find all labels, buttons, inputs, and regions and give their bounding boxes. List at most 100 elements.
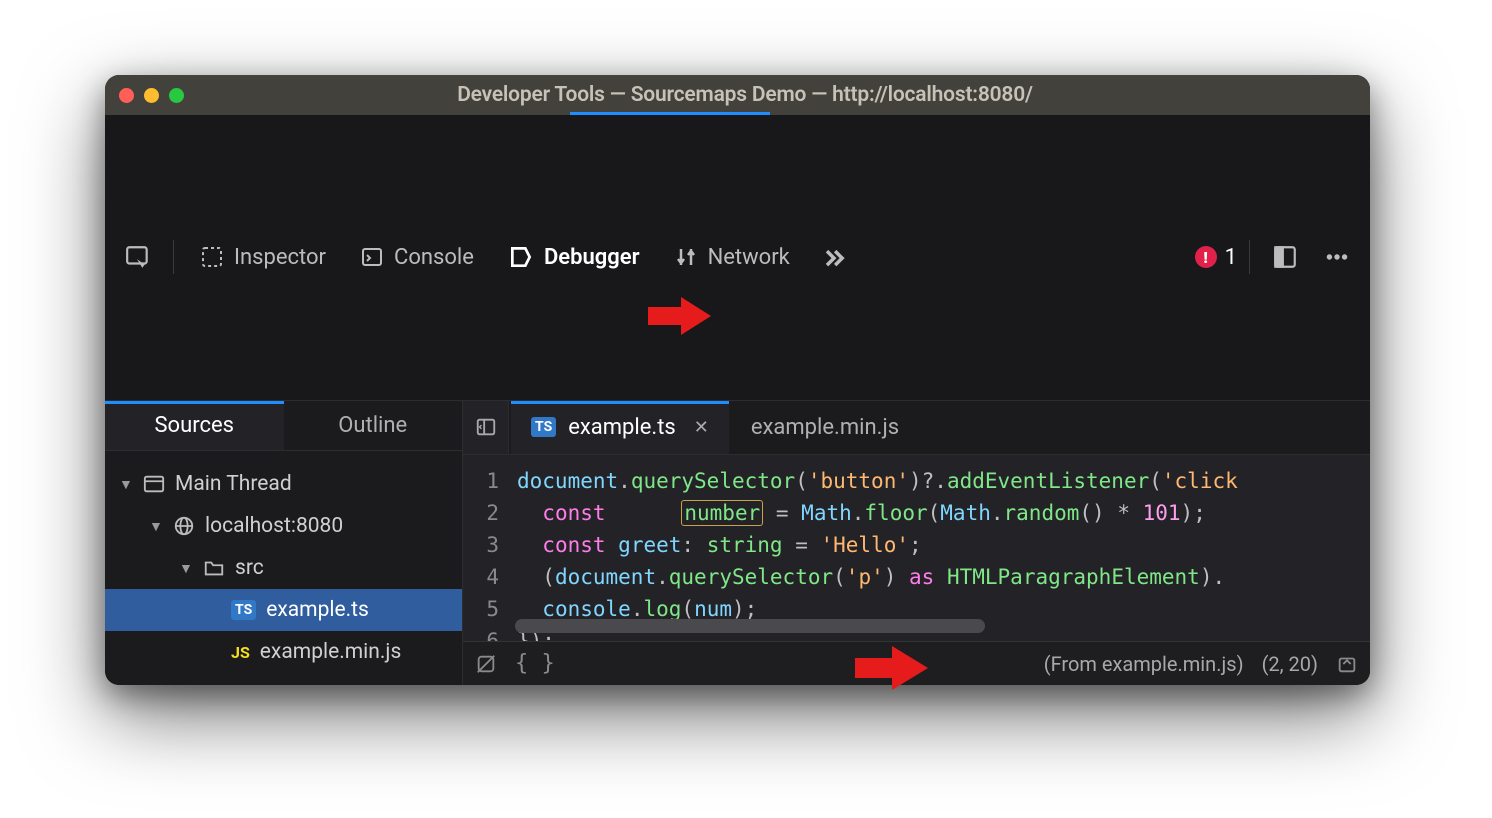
js-icon: JS [231,643,250,662]
code-token: querySelector [669,565,833,589]
pick-element-button[interactable] [115,236,161,278]
more-options-button[interactable] [1314,236,1360,278]
code-token: Math [940,501,991,525]
code-token: const [542,533,605,557]
sources-sidebar: Sources Outline ▼ Main Thread ▼ localhos… [105,401,463,686]
code-token: * [1105,501,1143,525]
tab-inspector[interactable]: Inspector [186,237,340,278]
code-token: as [896,565,947,589]
collapse-sidebar-button[interactable] [463,401,509,454]
maximize-window-button[interactable] [169,88,184,103]
code-token: greet [618,533,681,557]
error-icon: ! [1195,246,1217,268]
gutter: 1 2 3 4 5 6 [463,455,511,642]
code-token: addEventListener [947,469,1149,493]
ts-icon: TS [231,600,256,620]
tree-host[interactable]: ▼ localhost:8080 [105,505,462,547]
code-token: = [763,501,801,525]
tree-file-example-ts[interactable]: TS example.ts [105,589,462,631]
editor-tab-example-min-js[interactable]: example.min.js [731,401,919,454]
sourcemap-origin-label: (From example.min.js) [1044,652,1244,676]
tab-debugger-label: Debugger [544,245,640,270]
horizontal-scrollbar[interactable] [515,619,985,633]
close-tab-button[interactable]: ✕ [694,417,709,438]
titlebar: Developer Tools — Sourcemaps Demo — http… [105,75,1370,115]
tree-folder-src-label: src [235,556,264,580]
line-number: 2 [463,497,499,529]
line-number: 3 [463,529,499,561]
tree-main-thread-label: Main Thread [175,472,292,496]
tree-main-thread[interactable]: ▼ Main Thread [105,463,462,505]
code-token: 101 [1143,501,1181,525]
tab-network-label: Network [708,245,790,270]
cursor-position-label: (2, 20) [1262,652,1318,676]
code-content: document.querySelector('button')?.addEve… [511,455,1370,642]
close-window-button[interactable] [119,88,134,103]
sidebar-tab-outline[interactable]: Outline [284,401,463,451]
code-token: HTMLParagraphElement [947,565,1200,589]
code-token: 'p' [846,565,884,589]
editor-area: TS example.ts ✕ example.min.js 1 2 3 4 5… [463,401,1370,686]
ts-icon: TS [531,417,556,437]
line-number: 5 [463,593,499,625]
minimize-window-button[interactable] [144,88,159,103]
code-token: log [643,597,681,621]
tab-inspector-label: Inspector [234,245,326,270]
devtools-window: Developer Tools — Sourcemaps Demo — http… [105,75,1370,685]
code-token: document [555,565,656,589]
sidebar-tab-sources-label: Sources [154,413,234,438]
source-tree: ▼ Main Thread ▼ localhost:8080 ▼ src TS … [105,451,462,685]
line-number: 4 [463,561,499,593]
editor-statusbar: { } (From example.min.js) (2, 20) [463,641,1370,685]
tree-file-example-ts-label: example.ts [266,598,369,622]
pretty-print-button[interactable]: { } [515,651,555,676]
code-token: 'click [1162,469,1238,493]
tab-console[interactable]: Console [346,237,488,278]
sourcemap-toggle-button[interactable] [1336,653,1358,675]
tree-file-example-min-js[interactable]: JS example.min.js [105,631,462,673]
sidebar-tab-outline-label: Outline [338,413,407,438]
sidebar-tabs: Sources Outline [105,401,462,452]
window-title: Developer Tools — Sourcemaps Demo — http… [214,83,1276,107]
code-token: 'button' [808,469,909,493]
code-token: console [542,597,631,621]
tab-debugger[interactable]: Debugger [494,236,654,278]
error-badge[interactable]: ! 1 [1195,245,1237,270]
editor-tab-example-ts-label: example.ts [568,415,676,440]
code-token: string [707,533,783,557]
code-token: const [542,501,605,525]
panel-left-icon [475,416,497,438]
code-token: 'Hello' [820,533,909,557]
code-token: floor [864,501,927,525]
tab-console-label: Console [394,245,474,270]
code-token: random [1004,501,1080,525]
dock-side-button[interactable] [1262,236,1308,278]
blackbox-icon[interactable] [475,653,497,675]
tree-host-label: localhost:8080 [205,514,343,538]
tree-file-example-min-js-label: example.min.js [260,640,401,664]
highlighted-type-token: number [681,500,763,526]
code-token: : [681,533,706,557]
code-token: document [517,469,618,493]
code-token: Math [801,501,852,525]
window-icon [143,473,165,495]
editor-tab-example-min-js-label: example.min.js [751,415,899,440]
tabs-overflow-button[interactable] [810,235,858,279]
code-token: ( [542,565,555,589]
sidebar-tab-sources[interactable]: Sources [105,401,284,451]
editor-tab-example-ts[interactable]: TS example.ts ✕ [511,401,729,454]
error-count: 1 [1225,245,1237,270]
devtools-toolbar: Inspector Console Debugger Network ! 1 [105,115,1370,401]
line-number: 1 [463,465,499,497]
code-token: = [783,533,821,557]
code-editor[interactable]: 1 2 3 4 5 6 document.querySelector('butt… [463,455,1370,642]
traffic-lights [119,88,184,103]
debugger-main: Sources Outline ▼ Main Thread ▼ localhos… [105,401,1370,686]
line-number: 6 [463,625,499,642]
editor-tabs: TS example.ts ✕ example.min.js [463,401,1370,455]
tab-network[interactable]: Network [660,237,804,278]
code-token: num [694,597,732,621]
tree-folder-src[interactable]: ▼ src [105,547,462,589]
code-token: querySelector [631,469,795,493]
globe-icon [173,515,195,537]
